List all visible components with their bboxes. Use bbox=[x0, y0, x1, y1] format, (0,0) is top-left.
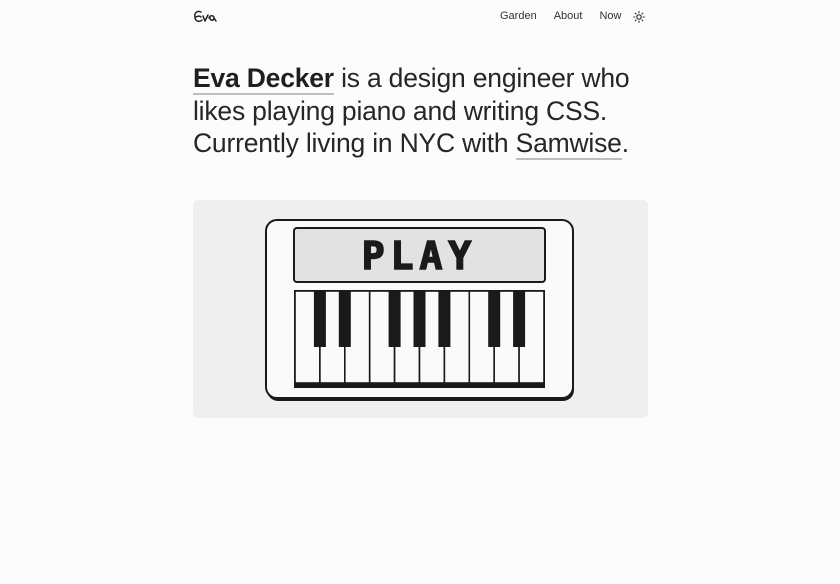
samwise-link[interactable]: Samwise bbox=[515, 128, 622, 160]
black-key[interactable] bbox=[488, 291, 501, 347]
nav-about-link[interactable]: About bbox=[554, 10, 583, 22]
black-key[interactable] bbox=[388, 291, 401, 347]
black-key[interactable] bbox=[338, 291, 351, 347]
sun-icon[interactable] bbox=[633, 11, 646, 23]
piano-card: PLAY bbox=[193, 200, 648, 418]
name-link[interactable]: Eva Decker bbox=[193, 63, 334, 95]
nav-now-link[interactable]: Now bbox=[599, 10, 621, 22]
intro-paragraph: Eva Decker is a design engineer who like… bbox=[193, 62, 663, 160]
piano-keyboard[interactable] bbox=[294, 290, 545, 388]
black-key[interactable] bbox=[413, 291, 426, 347]
piano-illustration[interactable]: PLAY bbox=[265, 219, 576, 403]
nav-garden-link[interactable]: Garden bbox=[500, 10, 537, 22]
intro-period: . bbox=[621, 128, 629, 158]
eva-logo-icon[interactable] bbox=[192, 7, 220, 27]
top-nav: Garden About Now bbox=[500, 10, 646, 23]
page: Garden About Now Eva Decker is a design … bbox=[0, 0, 840, 584]
black-key[interactable] bbox=[438, 291, 451, 347]
black-key[interactable] bbox=[513, 291, 526, 347]
black-key[interactable] bbox=[313, 291, 326, 347]
play-label: PLAY bbox=[362, 234, 478, 278]
